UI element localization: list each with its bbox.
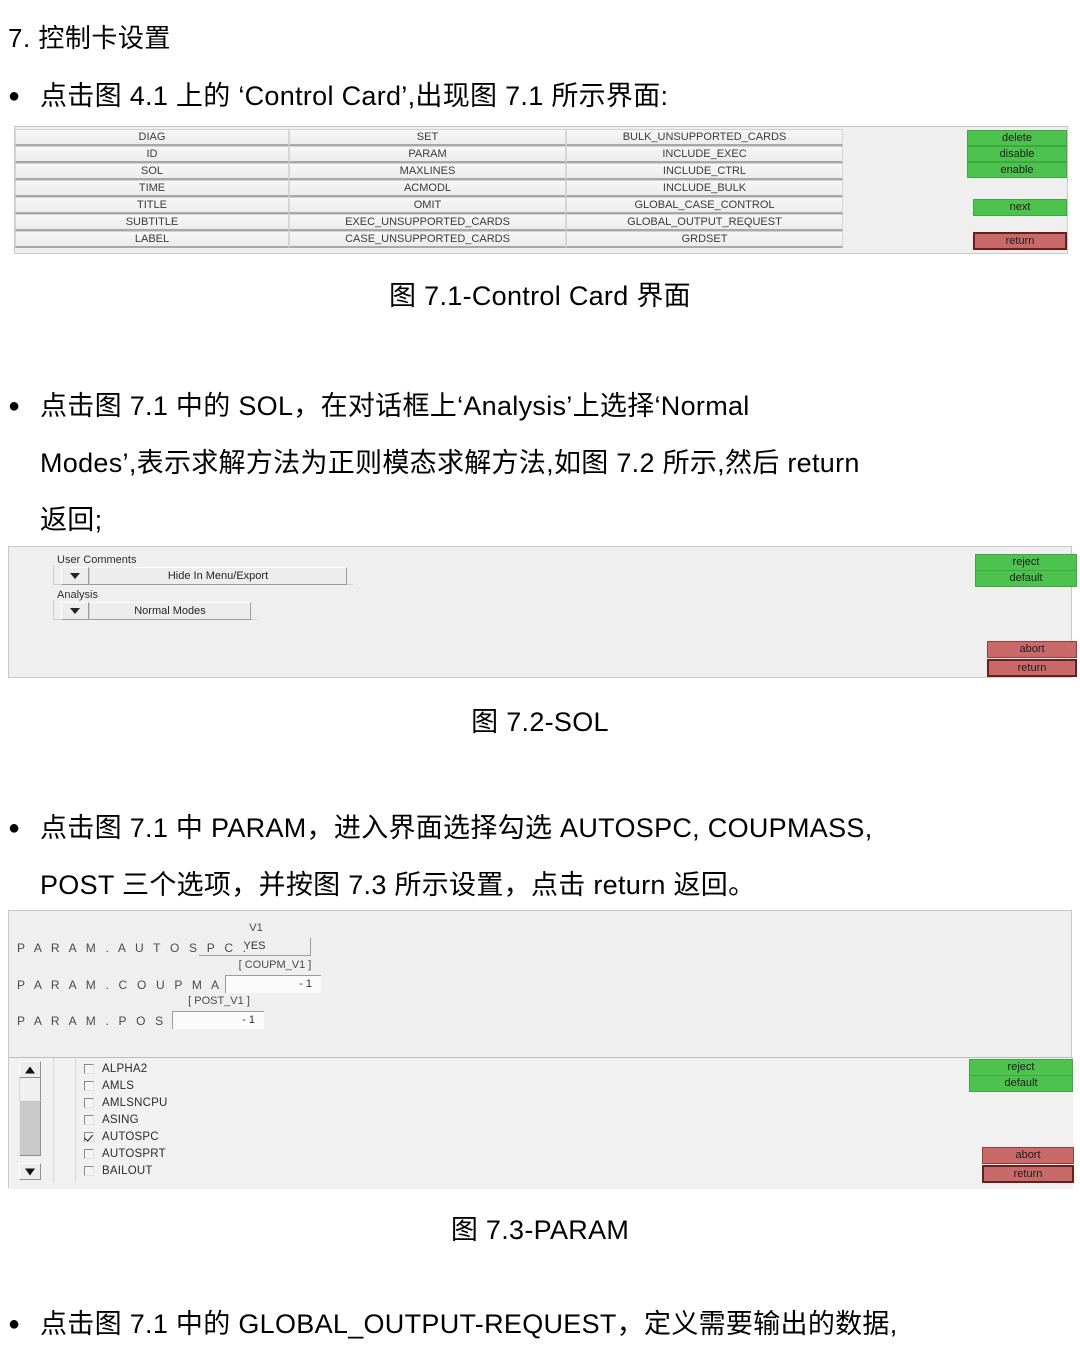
- autospc-field-caption: V1: [249, 922, 263, 934]
- param-checkbox-label: BAILOUT: [102, 1164, 153, 1177]
- figure-7-2-panel: User Comments Hide In Menu/Export Analys…: [8, 546, 1077, 678]
- analysis-combo-value[interactable]: Normal Modes: [89, 602, 251, 620]
- control-card-item[interactable]: ID: [15, 146, 289, 163]
- coupmass-value-field[interactable]: - 1: [225, 975, 321, 993]
- control-card-item[interactable]: GLOBAL_OUTPUT_REQUEST: [566, 214, 843, 231]
- default-button[interactable]: default: [969, 1075, 1073, 1092]
- bullet-glyph: ●: [8, 85, 21, 107]
- paragraph-2-line-2: Modes’,表示求解方法为正则模态求解方法,如图 7.2 所示,然后 retu…: [40, 448, 860, 478]
- figure-7-3-panel: V1 P A R A M . A U T O S P C . YES [ COU…: [8, 910, 1074, 1189]
- control-card-item[interactable]: INCLUDE_BULK: [566, 180, 843, 197]
- figure-7-1-panel: DIAG ID SOL TIME TITLE SUBTITLE LABEL SET PARAM M…: [14, 126, 1068, 254]
- checkbox-checked-icon[interactable]: [84, 1131, 94, 1142]
- user-comments-combo-value[interactable]: Hide In Menu/Export: [89, 567, 347, 585]
- paragraph-2-line-1: 点击图 7.1 中的 SOL，在对话框上‘Analysis’上选择‘Normal: [40, 391, 750, 421]
- control-card-item[interactable]: ACMODL: [289, 180, 566, 197]
- paragraph-1: ● 点击图 4.1 上的 ‘Control Card’,出现图 7.1 所示界面…: [8, 68, 1072, 125]
- param-checkbox-row[interactable]: AMLS: [84, 1077, 134, 1094]
- scroll-thumb[interactable]: [19, 1100, 41, 1156]
- figure-7-2-caption: 图 7.2-SOL: [471, 707, 609, 737]
- checkbox-icon[interactable]: [84, 1165, 94, 1176]
- param-checkbox-label: ASING: [102, 1113, 139, 1126]
- param-checkbox-label: ALPHA2: [102, 1062, 148, 1075]
- page-section-heading: 7. 控制卡设置: [8, 23, 171, 53]
- param-checkbox-label: AMLSNCPU: [102, 1096, 168, 1109]
- paragraph-3: ● 点击图 7.1 中 PARAM，进入界面选择勾选 AUTOSPC, COUP…: [8, 800, 1072, 914]
- control-card-item[interactable]: BULK_UNSUPPORTED_CARDS: [566, 129, 843, 146]
- param-checkbox-label: AUTOSPRT: [102, 1147, 166, 1160]
- list-divider: [53, 1058, 54, 1182]
- post-param-label: P A R A M . P O S T .: [17, 1014, 197, 1028]
- delete-button[interactable]: delete: [967, 130, 1067, 146]
- return-button[interactable]: return: [987, 659, 1077, 677]
- reject-button[interactable]: reject: [969, 1059, 1073, 1076]
- control-card-item[interactable]: TIME: [15, 180, 289, 197]
- control-card-item[interactable]: INCLUDE_EXEC: [566, 146, 843, 163]
- chevron-down-icon[interactable]: [61, 567, 89, 585]
- control-card-item[interactable]: OMIT: [289, 197, 566, 214]
- control-card-item[interactable]: GRDSET: [566, 231, 843, 248]
- post-value-field[interactable]: - 1: [172, 1011, 264, 1029]
- param-checkbox-label: AUTOSPC: [102, 1130, 159, 1143]
- scroll-down-button[interactable]: [19, 1163, 41, 1180]
- list-divider: [75, 1058, 76, 1182]
- abort-button[interactable]: abort: [987, 641, 1077, 658]
- paragraph-4-line-1: 点击图 7.1 中的 GLOBAL_OUTPUT-REQUEST，定义需要输出的…: [40, 1309, 898, 1339]
- control-card-item[interactable]: TITLE: [15, 197, 289, 214]
- control-card-item[interactable]: INCLUDE_CTRL: [566, 163, 843, 180]
- autospc-value-field[interactable]: YES: [199, 938, 311, 956]
- figure-7-3-caption: 图 7.3-PARAM: [450, 1215, 630, 1245]
- scroll-up-button[interactable]: [19, 1061, 41, 1078]
- scroll-track-upper[interactable]: [19, 1078, 41, 1100]
- next-button[interactable]: next: [973, 199, 1067, 216]
- checkbox-icon[interactable]: [84, 1063, 94, 1074]
- checkbox-icon[interactable]: [84, 1080, 94, 1091]
- return-button[interactable]: return: [982, 1165, 1074, 1183]
- default-button[interactable]: default: [975, 570, 1077, 587]
- bullet-glyph: ●: [8, 395, 21, 417]
- checkbox-icon[interactable]: [84, 1114, 94, 1125]
- reject-button[interactable]: reject: [975, 554, 1077, 571]
- disable-button[interactable]: disable: [967, 146, 1067, 162]
- figure-7-1-caption: 图 7.1-Control Card 界面: [389, 281, 691, 311]
- checkbox-icon[interactable]: [84, 1097, 94, 1108]
- paragraph-2: ● 点击图 7.1 中的 SOL，在对话框上‘Analysis’上选择‘Norm…: [8, 378, 1072, 549]
- post-field-caption: [ POST_V1 ]: [188, 995, 250, 1007]
- param-checkbox-row[interactable]: ASING: [84, 1111, 139, 1128]
- coupmass-field-caption: [ COUPM_V1 ]: [238, 959, 312, 971]
- param-checkbox-row[interactable]: AUTOSPRT: [84, 1145, 166, 1162]
- param-checkbox-row[interactable]: ALPHA2: [84, 1060, 147, 1077]
- checkbox-icon[interactable]: [84, 1148, 94, 1159]
- param-checkbox-row[interactable]: AMLSNCPU: [84, 1094, 168, 1111]
- analysis-combo[interactable]: Normal Modes: [61, 602, 251, 620]
- paragraph-3-line-2: POST 三个选项，并按图 7.3 所示设置，点击 return 返回。: [40, 870, 756, 900]
- paragraph-2-line-3: 返回;: [40, 505, 103, 535]
- paragraph-1-text: 点击图 4.1 上的 ‘Control Card’,出现图 7.1 所示界面:: [40, 81, 669, 111]
- control-card-item[interactable]: MAXLINES: [289, 163, 566, 180]
- control-card-item[interactable]: EXEC_UNSUPPORTED_CARDS: [289, 214, 566, 231]
- abort-button[interactable]: abort: [982, 1147, 1074, 1164]
- control-card-item[interactable]: PARAM: [289, 146, 566, 163]
- control-card-item[interactable]: SOL: [15, 163, 289, 180]
- user-comments-combo[interactable]: Hide In Menu/Export: [61, 567, 347, 585]
- control-card-item[interactable]: GLOBAL_CASE_CONTROL: [566, 197, 843, 214]
- bullet-glyph: ●: [8, 1313, 21, 1335]
- enable-button[interactable]: enable: [967, 162, 1067, 178]
- return-button[interactable]: return: [973, 232, 1067, 250]
- paragraph-4: ● 点击图 7.1 中的 GLOBAL_OUTPUT-REQUEST，定义需要输…: [8, 1296, 1072, 1353]
- param-checkbox-list-area: ALPHA2 AMLS AMLSNCPU ASING AUTOSPC AUTOSPRT BA…: [9, 1057, 1073, 1189]
- chevron-down-icon[interactable]: [61, 602, 89, 620]
- control-card-item[interactable]: SUBTITLE: [15, 214, 289, 231]
- param-checkbox-row[interactable]: AUTOSPC: [84, 1128, 159, 1145]
- bullet-glyph: ●: [8, 817, 21, 839]
- param-checkbox-label: AMLS: [102, 1079, 135, 1092]
- param-checkbox-row[interactable]: BAILOUT: [84, 1162, 153, 1179]
- control-card-item[interactable]: CASE_UNSUPPORTED_CARDS: [289, 231, 566, 248]
- control-card-item[interactable]: DIAG: [15, 129, 289, 146]
- control-card-item[interactable]: SET: [289, 129, 566, 146]
- paragraph-3-line-1: 点击图 7.1 中 PARAM，进入界面选择勾选 AUTOSPC, COUPMA…: [40, 813, 873, 843]
- control-card-item[interactable]: LABEL: [15, 231, 289, 248]
